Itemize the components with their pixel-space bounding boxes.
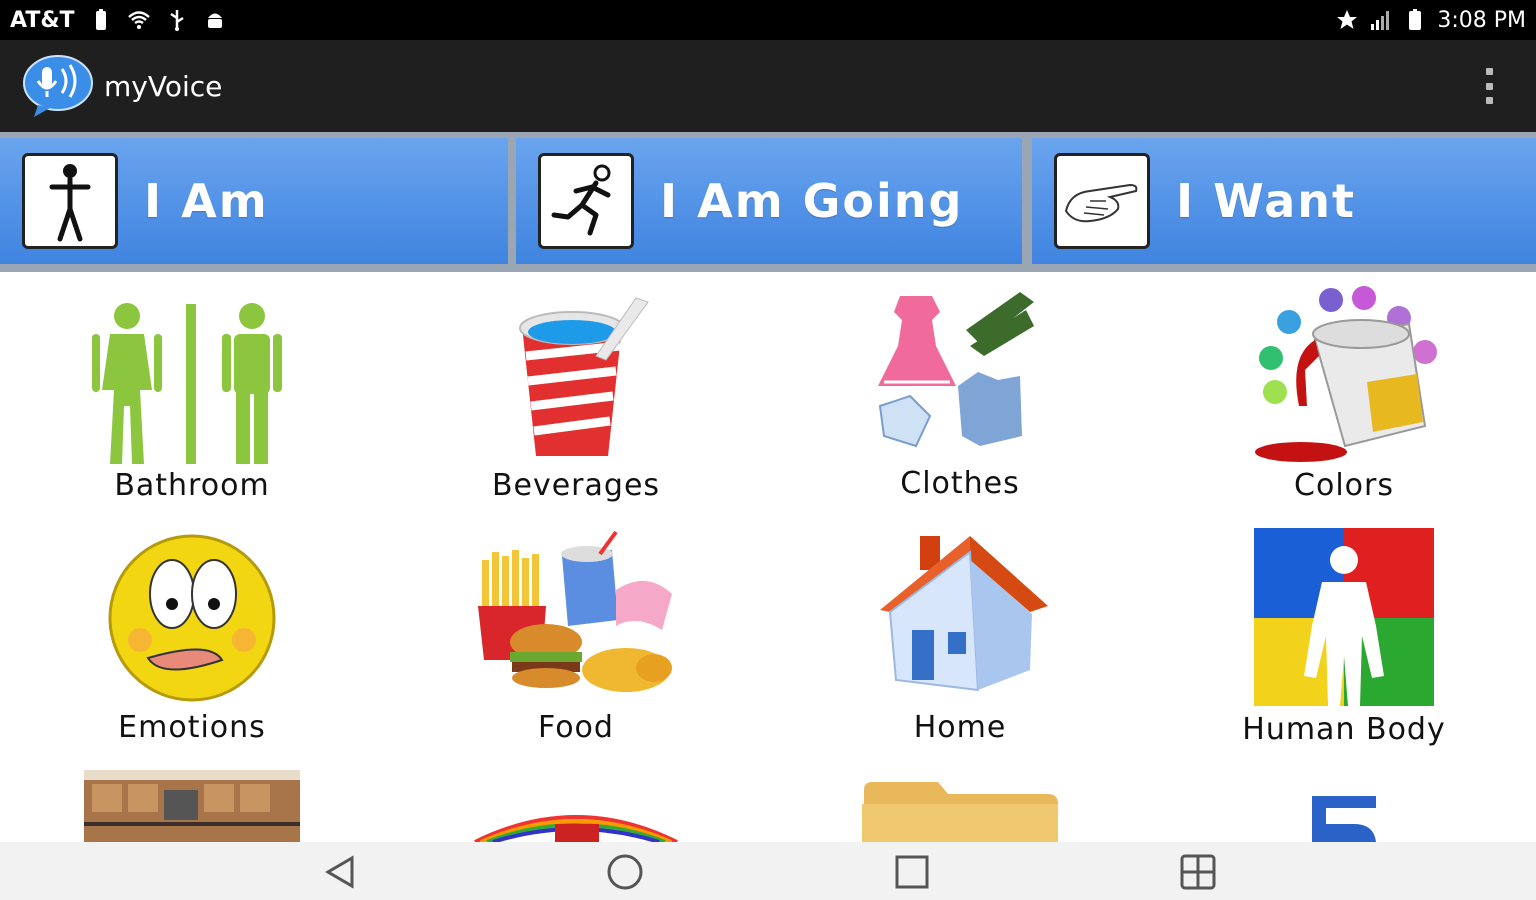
tile-label: Human Body <box>1242 712 1446 747</box>
house-icon <box>880 536 1048 692</box>
learn-rainbow-icon <box>474 815 678 842</box>
tile-label: Food <box>538 710 614 745</box>
status-right: 3:08 PM <box>1335 8 1526 33</box>
tile-home[interactable]: Home <box>768 530 1152 745</box>
tile-colors[interactable]: Colors <box>1152 286 1536 503</box>
tile-partial[interactable] <box>0 770 384 842</box>
back-icon[interactable] <box>318 850 362 894</box>
tile-label: Home <box>913 710 1007 745</box>
category-i-want[interactable]: I Want <box>1032 138 1536 264</box>
overflow-menu-icon[interactable] <box>1484 68 1494 104</box>
tile-label: Bathroom <box>114 468 270 503</box>
folder-icon <box>862 782 1058 842</box>
category-label: I Want <box>1176 174 1357 228</box>
tile-label: Emotions <box>118 710 266 745</box>
battery-icon <box>1409 9 1422 30</box>
star-icon <box>1337 10 1358 29</box>
tile-food[interactable]: Food <box>384 530 768 745</box>
home-circle-icon[interactable] <box>603 850 647 894</box>
drink-cup-icon <box>519 297 649 456</box>
tile-partial[interactable] <box>1152 790 1536 842</box>
multiwindow-icon[interactable] <box>1176 850 1220 894</box>
kitchen-photo-icon <box>84 770 300 842</box>
tile-bathroom[interactable]: Bathroom <box>0 286 384 503</box>
category-bar: I Am I Am Going I Want <box>0 132 1536 272</box>
tile-label: Colors <box>1294 468 1394 503</box>
tile-partial[interactable] <box>768 780 1152 842</box>
recents-square-icon[interactable] <box>890 850 934 894</box>
category-i-am-going[interactable]: I Am Going <box>516 138 1022 264</box>
category-i-am[interactable]: I Am <box>0 138 508 264</box>
paint-bucket-icon <box>1255 286 1437 462</box>
vocabulary-grid: Bathroom Beverages Clothes Colors Emotio… <box>0 272 1536 842</box>
standing-person-icon <box>22 153 118 249</box>
human-body-icon <box>1254 528 1434 706</box>
tile-beverages[interactable]: Beverages <box>384 286 768 503</box>
smiley-face-icon <box>108 534 276 702</box>
fast-food-icon <box>478 530 672 692</box>
category-label: I Am <box>144 174 269 228</box>
tile-partial[interactable] <box>384 802 768 842</box>
signal-icon <box>1371 11 1390 30</box>
running-person-icon <box>538 153 634 249</box>
tile-clothes[interactable]: Clothes <box>768 286 1152 501</box>
clothes-icon <box>878 292 1034 448</box>
category-label: I Am Going <box>660 174 964 228</box>
tile-label: Beverages <box>491 468 661 503</box>
number-five-icon <box>1312 796 1376 842</box>
speech-bubble-mic-icon <box>23 55 93 117</box>
battery-icon <box>95 9 106 30</box>
tile-emotions[interactable]: Emotions <box>0 530 384 745</box>
tile-human-body[interactable]: Human Body <box>1152 526 1536 747</box>
android-icon <box>207 13 222 28</box>
status-left: AT&T <box>10 8 227 33</box>
open-hand-icon <box>1054 153 1150 249</box>
navigation-bar <box>0 842 1536 900</box>
status-bar: AT&T 3:08 PM <box>0 0 1536 40</box>
restroom-icon <box>92 303 282 464</box>
app-bar: myVoice <box>0 40 1536 132</box>
clock: 3:08 PM <box>1437 7 1526 33</box>
carrier-label: AT&T <box>10 7 75 33</box>
app-title: myVoice <box>104 69 223 103</box>
tile-label: Clothes <box>900 466 1020 501</box>
usb-icon <box>169 10 184 31</box>
wifi-icon <box>127 11 150 29</box>
